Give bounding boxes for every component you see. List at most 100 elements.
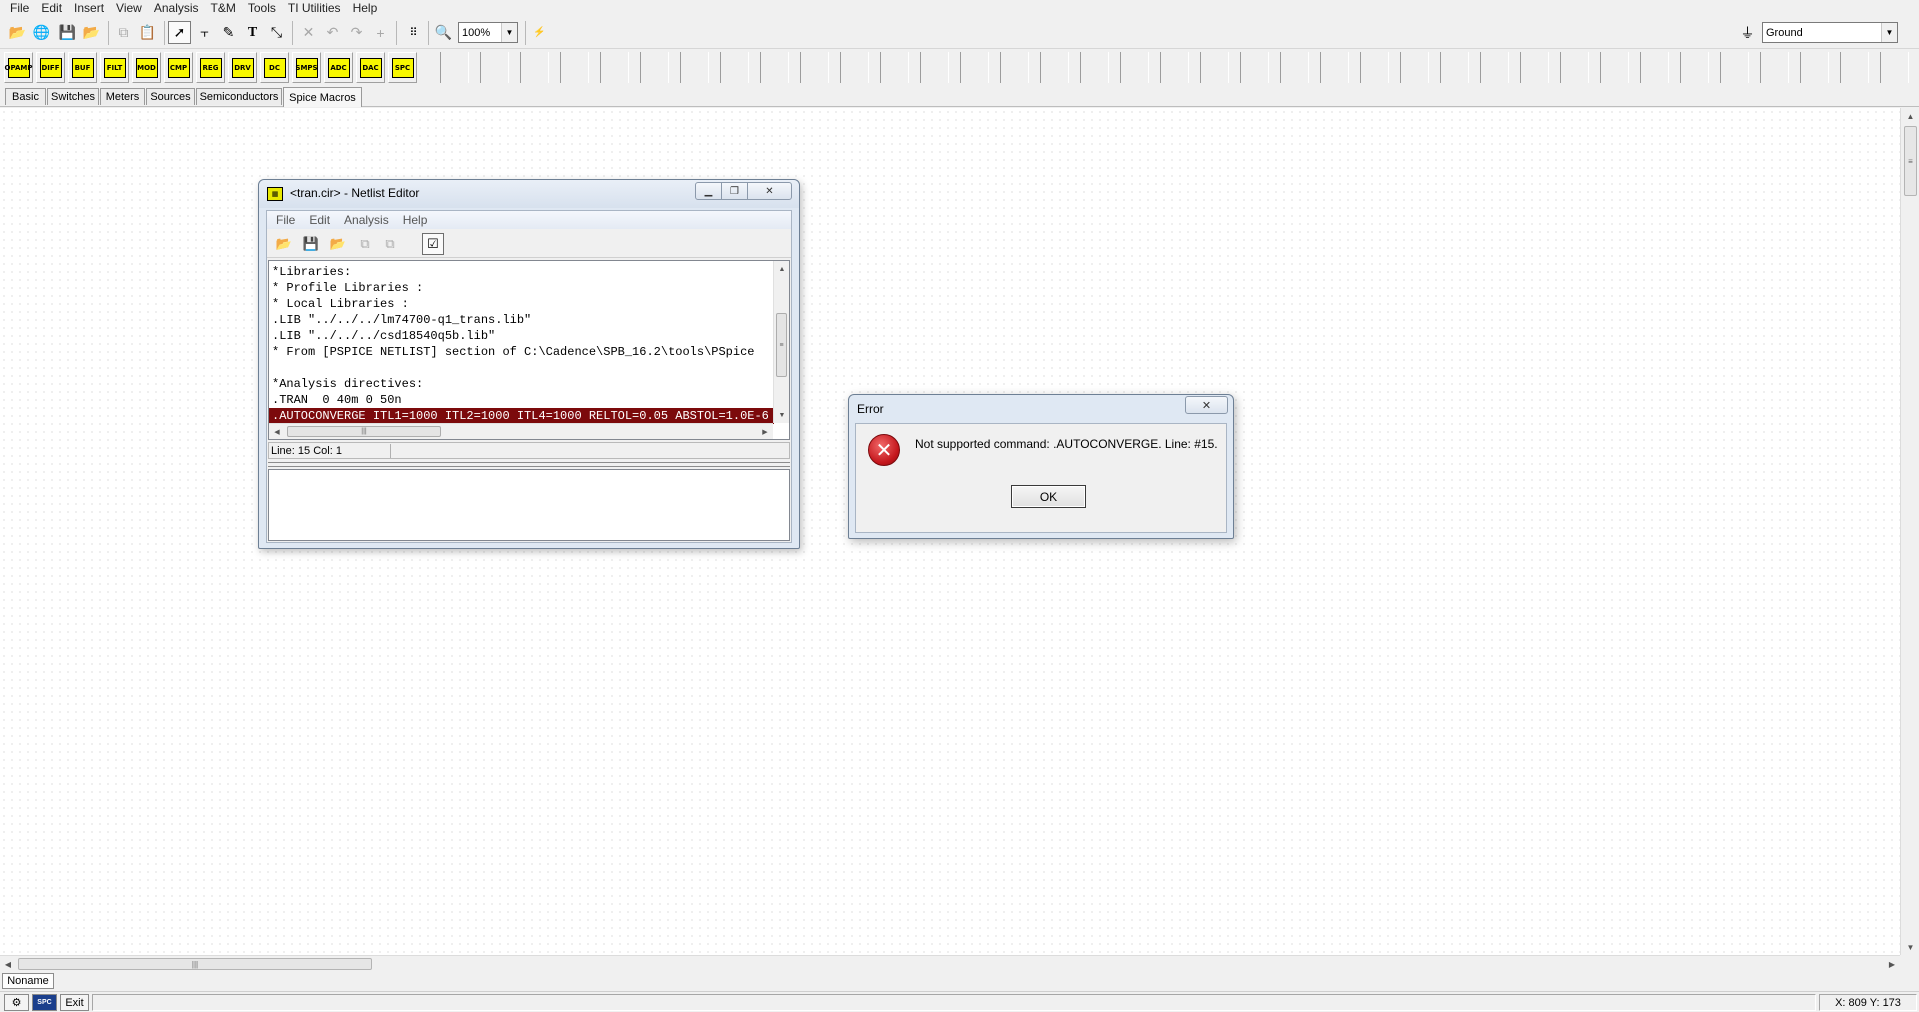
scroll-thumb[interactable]: ≡ <box>776 313 787 377</box>
copy-icon[interactable]: ⧉ <box>112 21 135 44</box>
pane-splitter[interactable] <box>268 462 790 467</box>
opamp-icon: OPAMP <box>5 57 32 78</box>
open-folder-icon[interactable]: 📂 <box>273 233 295 255</box>
tab-spice-macros[interactable]: Spice Macros <box>283 87 362 107</box>
scroll-thumb[interactable]: ||| <box>287 426 441 437</box>
cursor-coordinates: X: 809 Y: 173 <box>1819 994 1917 1011</box>
document-tab[interactable]: Noname <box>2 973 54 989</box>
scroll-up-icon[interactable]: ▲ <box>774 261 789 277</box>
close-icon[interactable]: ✕ <box>1185 396 1228 414</box>
redo-icon[interactable]: ↷ <box>345 21 368 44</box>
copy-icon[interactable]: ⧉ <box>354 233 376 255</box>
menu-tools[interactable]: Tools <box>242 0 282 17</box>
netlist-text-area[interactable]: *Libraries: * Profile Libraries : * Loca… <box>268 260 790 440</box>
tab-switches[interactable]: Switches <box>47 88 99 105</box>
palette-dc[interactable]: DC <box>260 52 289 83</box>
zoom-select[interactable]: 100% ▼ <box>458 22 518 43</box>
palette-cmp[interactable]: CMP <box>164 52 193 83</box>
scroll-down-icon[interactable]: ▼ <box>1901 939 1919 955</box>
netlist-titlebar[interactable]: ▦ <tran.cir> - Netlist Editor ▁ ❐ ✕ <box>259 180 799 208</box>
menu-ti-utilities[interactable]: TI Utilities <box>282 0 347 17</box>
pointer-icon[interactable]: ➚ <box>168 21 191 44</box>
tab-basic[interactable]: Basic <box>5 88 46 105</box>
globe-icon[interactable]: 🌐 <box>30 21 53 44</box>
zoom-icon[interactable]: 🔍 <box>432 21 455 44</box>
undo-icon[interactable]: ↶ <box>321 21 344 44</box>
scroll-thumb[interactable]: ||| <box>18 958 372 970</box>
netlist-menu-edit[interactable]: Edit <box>302 213 337 227</box>
menu-file[interactable]: File <box>4 0 35 17</box>
probe-icon[interactable]: ⤡ <box>265 21 288 44</box>
save-icon[interactable]: 💾 <box>300 233 322 255</box>
menu-analysis[interactable]: Analysis <box>148 0 205 17</box>
simulation-icon[interactable]: ⚙ <box>4 994 29 1011</box>
palette-spc[interactable]: SPC <box>388 52 417 83</box>
menu-edit[interactable]: Edit <box>35 0 68 17</box>
scroll-left-icon[interactable]: ◀ <box>269 424 285 439</box>
open-file-icon[interactable]: 📂 <box>80 21 103 44</box>
netlist-menu-bar: File Edit Analysis Help <box>267 211 791 229</box>
spice-macro-icon: SPC <box>391 57 414 78</box>
ok-button[interactable]: OK <box>1011 485 1086 508</box>
menu-insert[interactable]: Insert <box>68 0 110 17</box>
palette-dac[interactable]: DAC <box>356 52 385 83</box>
delete-icon[interactable]: ✕ <box>297 21 320 44</box>
dac-icon: DAC <box>359 57 382 78</box>
palette-mod[interactable]: MOD <box>132 52 161 83</box>
scroll-left-icon[interactable]: ◀ <box>0 956 16 972</box>
ground-select[interactable]: Ground ▼ <box>1762 22 1898 43</box>
scroll-up-icon[interactable]: ▲ <box>1901 108 1919 124</box>
horizontal-scrollbar[interactable]: ◀ ||| ▶ <box>0 955 1900 972</box>
error-icon: ✕ <box>868 434 900 466</box>
netlist-output-pane[interactable] <box>268 469 790 541</box>
chevron-down-icon[interactable]: ▼ <box>501 23 517 42</box>
menu-tm[interactable]: T&M <box>205 0 242 17</box>
netlist-menu-file[interactable]: File <box>269 213 302 227</box>
check-icon[interactable]: ☑ <box>422 233 444 255</box>
plus-icon[interactable]: + <box>369 21 392 44</box>
tab-semiconductors[interactable]: Semiconductors <box>196 88 282 105</box>
save-icon[interactable]: 💾 <box>56 21 79 44</box>
spice-icon[interactable]: SPC <box>32 994 57 1011</box>
grid-icon[interactable]: ⠿ <box>402 21 425 44</box>
scroll-thumb[interactable]: ≡ <box>1904 126 1917 196</box>
text-icon[interactable]: T <box>241 21 264 44</box>
menu-view[interactable]: View <box>110 0 148 17</box>
paste-icon[interactable]: ⧉ <box>379 233 401 255</box>
tab-meters[interactable]: Meters <box>100 88 145 105</box>
palette-filt[interactable]: FILT <box>100 52 129 83</box>
ti-logo-icon[interactable]: ⚡ <box>528 21 551 44</box>
wire-icon[interactable]: ⫟ <box>193 21 216 44</box>
palette-drv[interactable]: DRV <box>228 52 257 83</box>
adc-icon: ADC <box>327 57 350 78</box>
editor-horizontal-scrollbar[interactable]: ◀ ||| ▶ <box>269 423 773 439</box>
open-file-icon[interactable]: 📂 <box>327 233 349 255</box>
palette-smps[interactable]: SMPS <box>292 52 321 83</box>
editor-vertical-scrollbar[interactable]: ▲ ≡ ▼ <box>773 261 789 423</box>
scroll-right-icon[interactable]: ▶ <box>757 424 773 439</box>
paste-icon[interactable]: 📋 <box>136 21 159 44</box>
chevron-down-icon[interactable]: ▼ <box>1881 23 1897 42</box>
close-icon[interactable]: ✕ <box>747 182 792 200</box>
tab-sources[interactable]: Sources <box>146 88 195 105</box>
netlist-menu-analysis[interactable]: Analysis <box>337 213 396 227</box>
scroll-down-icon[interactable]: ▼ <box>774 407 789 423</box>
palette-adc[interactable]: ADC <box>324 52 353 83</box>
netlist-menu-help[interactable]: Help <box>396 213 435 227</box>
palette-reg[interactable]: REG <box>196 52 225 83</box>
minimize-icon[interactable]: ▁ <box>695 182 722 200</box>
restore-icon[interactable]: ❐ <box>721 182 748 200</box>
buffer-icon: BUF <box>71 57 94 78</box>
open-folder-icon[interactable]: 📂 <box>6 21 29 44</box>
palette-buf[interactable]: BUF <box>68 52 97 83</box>
vertical-scrollbar[interactable]: ▲ ≡ ▼ <box>1900 108 1919 955</box>
menu-help[interactable]: Help <box>347 0 384 17</box>
cursor-position: Line: 15 Col: 1 <box>271 444 391 458</box>
pen-icon[interactable]: ✎ <box>217 21 240 44</box>
palette-diff[interactable]: DIFF <box>36 52 65 83</box>
scroll-right-icon[interactable]: ▶ <box>1884 956 1900 972</box>
palette-opamp[interactable]: OPAMP <box>4 52 33 83</box>
component-palette: OPAMP DIFF BUF FILT MOD CMP REG DRV DC S… <box>0 50 1919 86</box>
ground-tool-icon[interactable]: ⏚ <box>1736 21 1759 44</box>
exit-button[interactable]: Exit <box>60 994 89 1011</box>
